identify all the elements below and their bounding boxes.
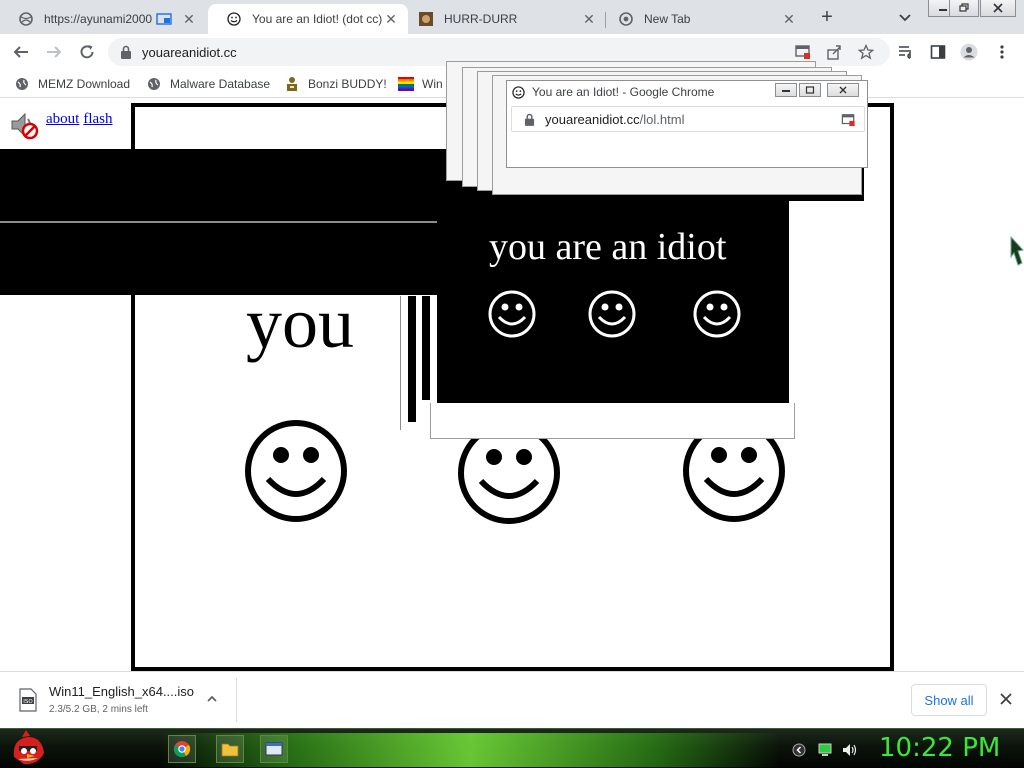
tab-hurr-durr[interactable]: HURR-DURR ✕ <box>400 4 606 34</box>
kebab-menu-icon[interactable] <box>993 43 1011 61</box>
hurr-durr-favicon <box>418 11 434 27</box>
popup-blocked-icon[interactable] <box>841 113 856 127</box>
bookmark-label: Bonzi BUDDY! <box>308 77 387 91</box>
smiley-face-icon <box>588 290 636 338</box>
close-tab-icon[interactable]: ✕ <box>382 10 400 28</box>
chevron-up-icon[interactable] <box>205 692 219 706</box>
lock-icon <box>120 45 132 64</box>
smiley-icon <box>226 11 242 27</box>
show-all-button[interactable]: Show all <box>911 684 987 716</box>
bookmark-label: MEMZ Download <box>38 77 131 91</box>
taskbar-explorer-button[interactable] <box>216 735 244 763</box>
reading-list-icon[interactable] <box>897 43 915 61</box>
chevron-down-icon[interactable] <box>896 8 914 26</box>
popup-black-strip <box>422 296 430 400</box>
bonzi-icon <box>284 76 300 92</box>
profile-avatar-icon[interactable] <box>960 43 978 61</box>
globe-icon <box>18 11 34 27</box>
taskbar-window-button[interactable] <box>260 735 288 763</box>
popup-window-bottom <box>430 403 795 439</box>
globe-icon <box>14 76 30 92</box>
svg-text:ISO: ISO <box>23 699 33 705</box>
tab-title: https://ayunami2000 <box>44 12 153 26</box>
popup-title-text: You are an Idiot! - Google Chrome <box>532 85 715 99</box>
download-shelf: ISO Win11_English_x64....iso 2.3/5.2 GB,… <box>0 671 1024 728</box>
about-link[interactable]: about <box>46 111 79 127</box>
taskbar-glow <box>160 733 780 767</box>
side-panel-icon[interactable] <box>929 43 947 61</box>
lock-icon <box>524 113 535 126</box>
smiley-face-icon <box>245 420 347 522</box>
start-button-angry-bird-icon[interactable] <box>8 727 48 767</box>
download-filename[interactable]: Win11_English_x64....iso <box>49 684 194 699</box>
popup-maximize-button[interactable] <box>799 83 821 97</box>
volume-icon[interactable] <box>842 743 857 757</box>
close-icon[interactable] <box>998 691 1014 707</box>
back-button[interactable] <box>10 41 32 63</box>
tab-you-are-an-idiot[interactable]: You are an Idiot! (dot cc) ✕ <box>208 4 408 34</box>
taskbar-clock[interactable]: 10:22 PM <box>879 733 1000 763</box>
bookmark-label: Win <box>422 77 443 91</box>
iso-file-icon[interactable]: ISO <box>16 688 40 712</box>
close-tab-icon[interactable]: ✕ <box>180 10 198 28</box>
glitch-grey-line <box>0 221 487 223</box>
popup-black-strip <box>408 296 416 422</box>
smiley-face-icon <box>488 290 536 338</box>
popup-minimize-button[interactable] <box>775 83 797 97</box>
bookmark-malware-database[interactable]: Malware Database <box>146 76 270 92</box>
popup-url-path: /lol.html <box>639 111 685 127</box>
big-you-text: you <box>246 283 354 363</box>
bookmark-label: Malware Database <box>170 77 271 91</box>
popup-close-button[interactable] <box>827 83 859 97</box>
forward-button[interactable] <box>43 41 65 63</box>
close-window-button[interactable] <box>980 0 1016 17</box>
you-are-an-idiot-text: you are an idiot <box>489 226 727 268</box>
address-url: youareanidiot.cc <box>142 45 237 60</box>
shelf-separator <box>236 678 237 722</box>
restore-window-button[interactable] <box>949 0 979 17</box>
share-icon[interactable] <box>825 43 843 61</box>
popup-idiot-content: you are an idiot <box>437 201 789 403</box>
globe-icon <box>146 76 162 92</box>
tab-new-tab[interactable]: New Tab ✕ <box>600 4 806 34</box>
speaker-muted-icon <box>8 109 40 141</box>
chrome-icon <box>618 11 634 27</box>
download-status: 2.3/5.2 GB, 2 mins left <box>49 704 148 715</box>
new-tab-button[interactable]: + <box>814 6 840 28</box>
popup-window[interactable]: You are an Idiot! - Google Chrome youare… <box>506 80 868 168</box>
mouse-cursor-icon <box>1010 236 1024 266</box>
taskbar: 10:22 PM <box>0 728 1024 768</box>
about-flash-links: about flash <box>46 111 117 128</box>
popup-blocked-icon[interactable] <box>794 43 812 61</box>
tab-title: You are an Idiot! (dot cc) <box>252 12 382 26</box>
tray-expand-icon[interactable] <box>792 743 806 757</box>
tab-title: HURR-DURR <box>444 12 518 26</box>
close-tab-icon[interactable]: ✕ <box>780 10 798 28</box>
bookmark-star-icon[interactable] <box>857 43 875 61</box>
close-tab-icon[interactable]: ✕ <box>580 10 598 28</box>
bookmark-win[interactable]: Win <box>398 76 443 92</box>
popup-address-bar[interactable]: youareanidiot.cc/lol.html <box>511 106 865 132</box>
taskbar-chrome-button[interactable] <box>168 735 196 763</box>
bookmark-memz-download[interactable]: MEMZ Download <box>14 76 130 92</box>
reload-button[interactable] <box>76 41 98 63</box>
smiley-face-icon <box>693 290 741 338</box>
smiley-icon <box>512 85 526 99</box>
popup-url-host: youareanidiot.cc <box>545 111 640 127</box>
bookmark-bonzi-buddy[interactable]: Bonzi BUDDY! <box>284 76 387 92</box>
picture-in-picture-icon <box>156 13 172 25</box>
tab-ayunami[interactable]: https://ayunami2000 ✕ <box>0 4 206 34</box>
rainbow-flag-icon <box>398 76 414 92</box>
network-icon[interactable] <box>818 743 832 757</box>
tab-title: New Tab <box>644 12 691 26</box>
flash-link[interactable]: flash <box>83 111 112 127</box>
tab-strip: https://ayunami2000 ✕ You are an Idiot! … <box>0 0 1024 34</box>
